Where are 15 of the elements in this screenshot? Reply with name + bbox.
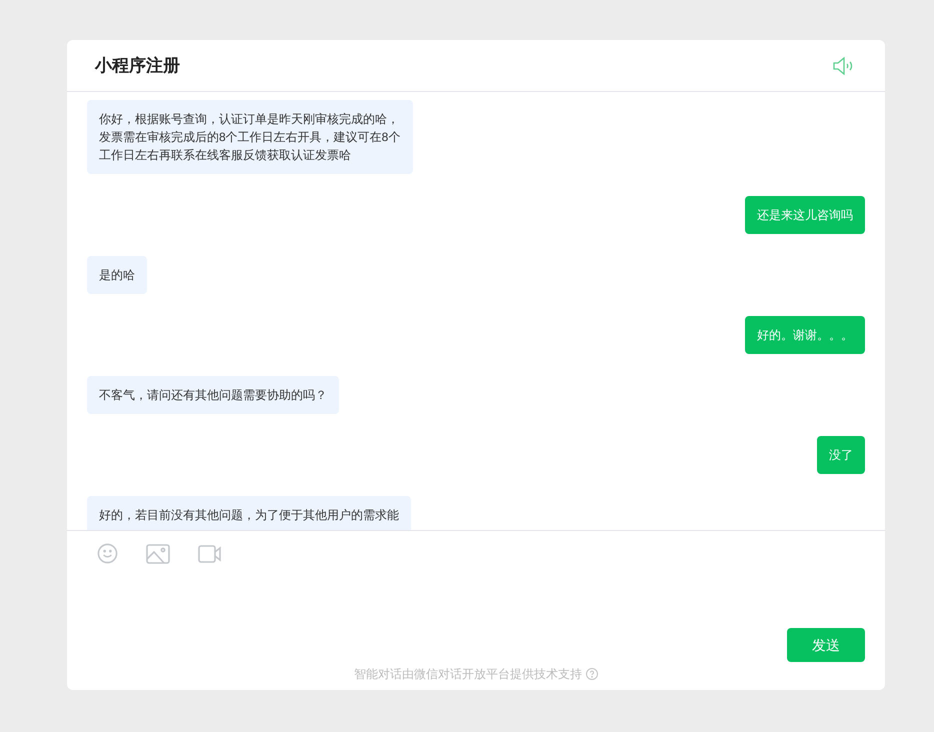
image-icon[interactable] xyxy=(146,544,170,564)
received-message: 你好，根据账号查询，认证订单是昨天刚审核完成的哈，发票需在审核完成后的8个工作日左右开具，建议可在8个工作日左右再联系在线客服反馈获取认证发票哈 xyxy=(87,100,413,174)
sent-message: 好的。谢谢。。。 xyxy=(745,316,865,354)
received-message: 是的哈 xyxy=(87,256,147,294)
help-icon[interactable] xyxy=(586,668,598,680)
emoji-icon[interactable] xyxy=(97,543,118,564)
video-icon[interactable] xyxy=(198,544,222,562)
footer-text: 智能对话由微信对话开放平台提供技术支持 xyxy=(354,666,582,683)
received-message: 好的，若目前没有其他问题，为了便于其他用户的需求能 xyxy=(87,496,411,530)
send-button[interactable]: 发送 xyxy=(787,628,865,662)
speaker-icon[interactable] xyxy=(833,56,855,74)
sent-message: 没了 xyxy=(817,436,865,474)
sent-message: 还是来这儿咨询吗 xyxy=(745,196,865,234)
received-message: 不客气，请问还有其他问题需要协助的吗？ xyxy=(87,376,339,414)
window-title: 小程序注册 xyxy=(95,54,180,77)
